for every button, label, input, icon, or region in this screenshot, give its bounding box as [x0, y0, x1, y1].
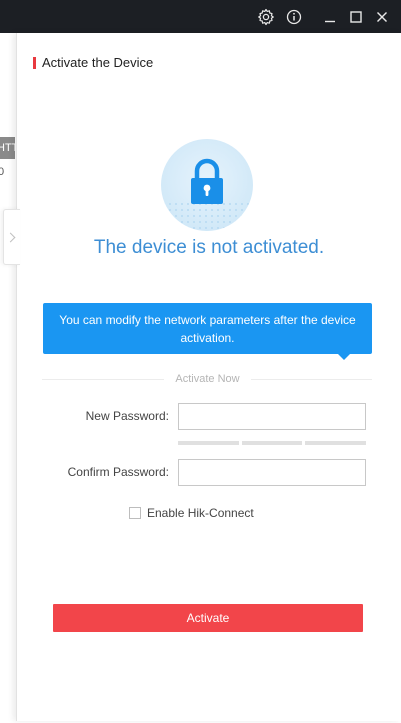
protocol-tag: HTTP — [0, 137, 15, 159]
activation-status: The device is not activated. — [93, 237, 325, 258]
hik-connect-checkbox[interactable] — [129, 507, 141, 519]
password-strength-meter — [178, 441, 367, 445]
maximize-icon[interactable] — [348, 0, 364, 33]
network-tip: You can modify the network parameters af… — [43, 303, 372, 354]
confirm-password-label: Confirm Password: — [67, 465, 169, 479]
minimize-icon[interactable] — [322, 0, 338, 33]
divider — [42, 379, 164, 380]
divider — [251, 379, 372, 380]
hik-connect-option[interactable]: Enable Hik-Connect — [129, 506, 254, 520]
info-icon[interactable] — [284, 0, 304, 33]
strength-segment — [305, 441, 367, 445]
lock-icon — [161, 139, 253, 231]
confirm-password-field[interactable] — [178, 459, 366, 486]
device-list-edge: HTTP 0 — [0, 33, 16, 723]
close-icon[interactable] — [374, 0, 390, 33]
activate-button[interactable]: Activate — [53, 604, 363, 632]
new-password-label: New Password: — [85, 409, 169, 423]
activation-panel: Activate the Device The device is not ac… — [3, 33, 401, 721]
list-value: 0 — [0, 166, 5, 178]
new-password-field[interactable] — [178, 403, 366, 430]
strength-segment — [241, 441, 303, 445]
panel-title: Activate the Device — [42, 55, 154, 70]
gear-icon[interactable] — [256, 0, 276, 33]
header-accent-bar — [33, 57, 36, 69]
hik-connect-label: Enable Hik-Connect — [147, 506, 254, 520]
strength-segment — [178, 441, 239, 445]
chevron-right-icon — [5, 232, 16, 242]
title-bar — [0, 0, 401, 33]
section-label: Activate Now — [175, 373, 240, 385]
tooltip-arrow — [338, 354, 350, 360]
